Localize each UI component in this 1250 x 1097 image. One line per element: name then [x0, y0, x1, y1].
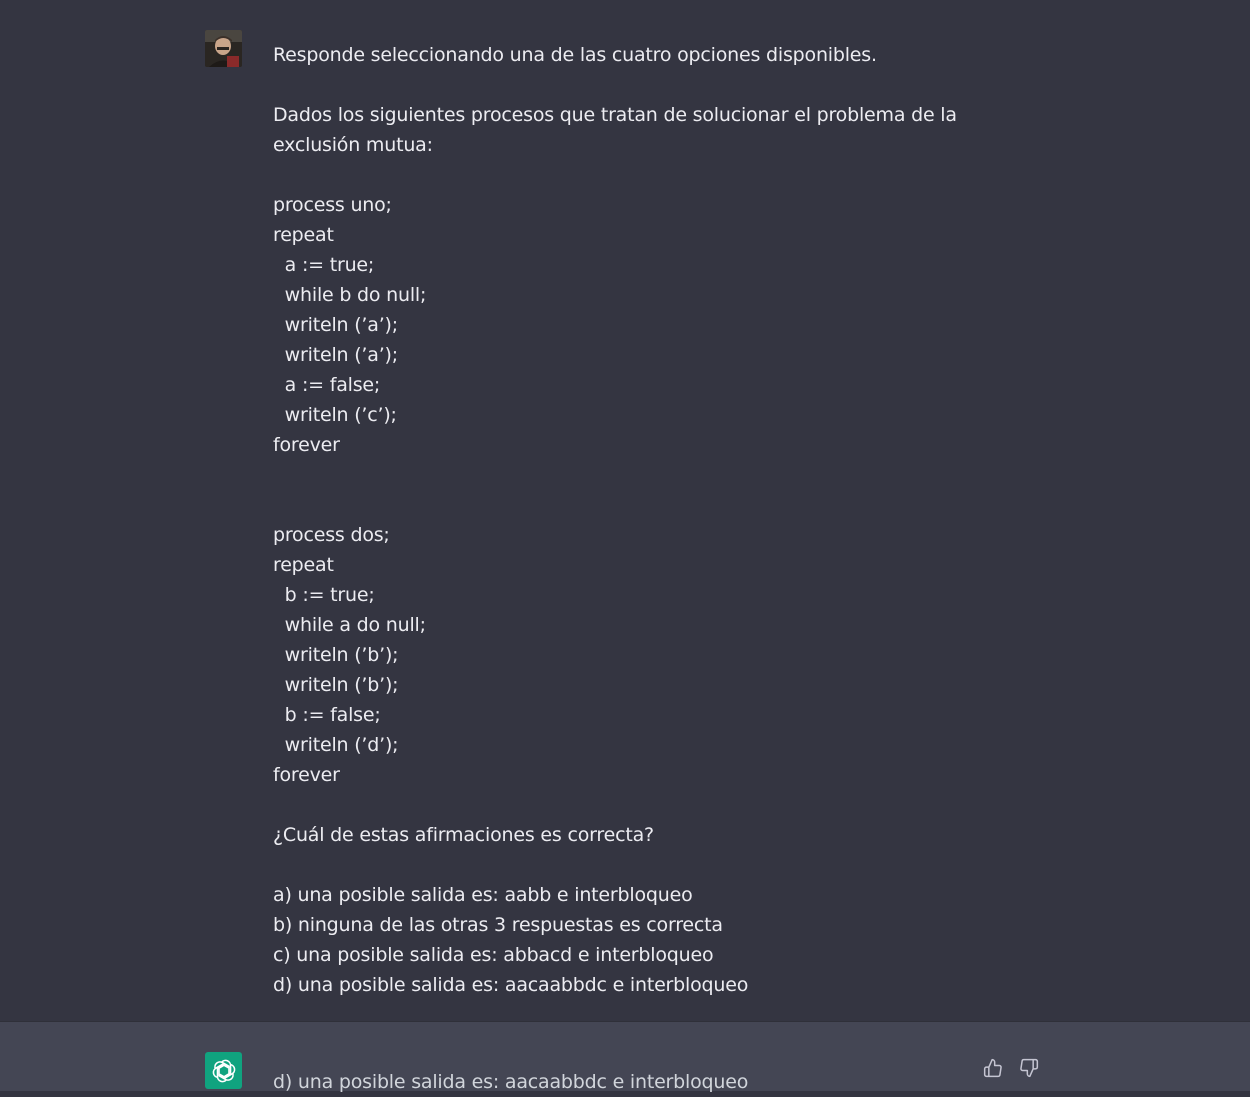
- thumbs-up-icon[interactable]: [982, 1057, 1004, 1079]
- message-line: exclusión mutua:: [273, 134, 433, 156]
- message-line: [273, 490, 973, 520]
- message-line: d) una posible salida es: aacaabbdc e in…: [273, 974, 749, 996]
- message-line: process dos;: [273, 524, 390, 546]
- message-line: writeln (’a’);: [273, 314, 398, 336]
- message-line: b) ninguna de las otras 3 respuestas es …: [273, 914, 723, 936]
- message-line: [273, 70, 973, 100]
- message-line: Responde seleccionando una de las cuatro…: [273, 44, 877, 66]
- message-line: a := true;: [273, 254, 375, 276]
- message-line: while b do null;: [273, 284, 427, 306]
- thumbs-down-icon[interactable]: [1018, 1057, 1040, 1079]
- message-line: writeln (’a’);: [273, 344, 398, 366]
- message-line: [273, 790, 973, 820]
- message-line: a) una posible salida es: aabb e interbl…: [273, 884, 693, 906]
- message-line: [273, 850, 973, 880]
- assistant-message-text: d) una posible salida es: aacaabbdc e in…: [273, 1071, 749, 1093]
- message-line: ¿Cuál de estas afirmaciones es correcta?: [273, 824, 654, 846]
- message-line: writeln (’d’);: [273, 734, 399, 756]
- message-line: a := false;: [273, 374, 381, 396]
- message-line: process uno;: [273, 194, 392, 216]
- openai-logo-icon: [205, 1052, 242, 1089]
- assistant-message-block: d) una posible salida es: aacaabbdc e in…: [0, 1021, 1250, 1093]
- message-line: [273, 160, 973, 190]
- message-line: c) una posible salida es: abbacd e inter…: [273, 944, 714, 966]
- message-line: forever: [273, 434, 340, 456]
- message-line: forever: [273, 764, 340, 786]
- message-line: b := false;: [273, 704, 381, 726]
- message-line: Dados los siguientes procesos que tratan…: [273, 104, 957, 126]
- message-line: while a do null;: [273, 614, 426, 636]
- message-line: b := true;: [273, 584, 375, 606]
- message-line: [273, 460, 973, 490]
- message-line: writeln (’b’);: [273, 674, 399, 696]
- user-message-block: Responde seleccionando una de las cuatro…: [0, 0, 1250, 1021]
- user-message-text: Responde seleccionando una de las cuatro…: [273, 40, 973, 1000]
- message-line: repeat: [273, 554, 334, 576]
- message-line: writeln (’c’);: [273, 404, 397, 426]
- message-line: repeat: [273, 224, 334, 246]
- user-avatar: [205, 30, 242, 67]
- message-line: writeln (’b’);: [273, 644, 399, 666]
